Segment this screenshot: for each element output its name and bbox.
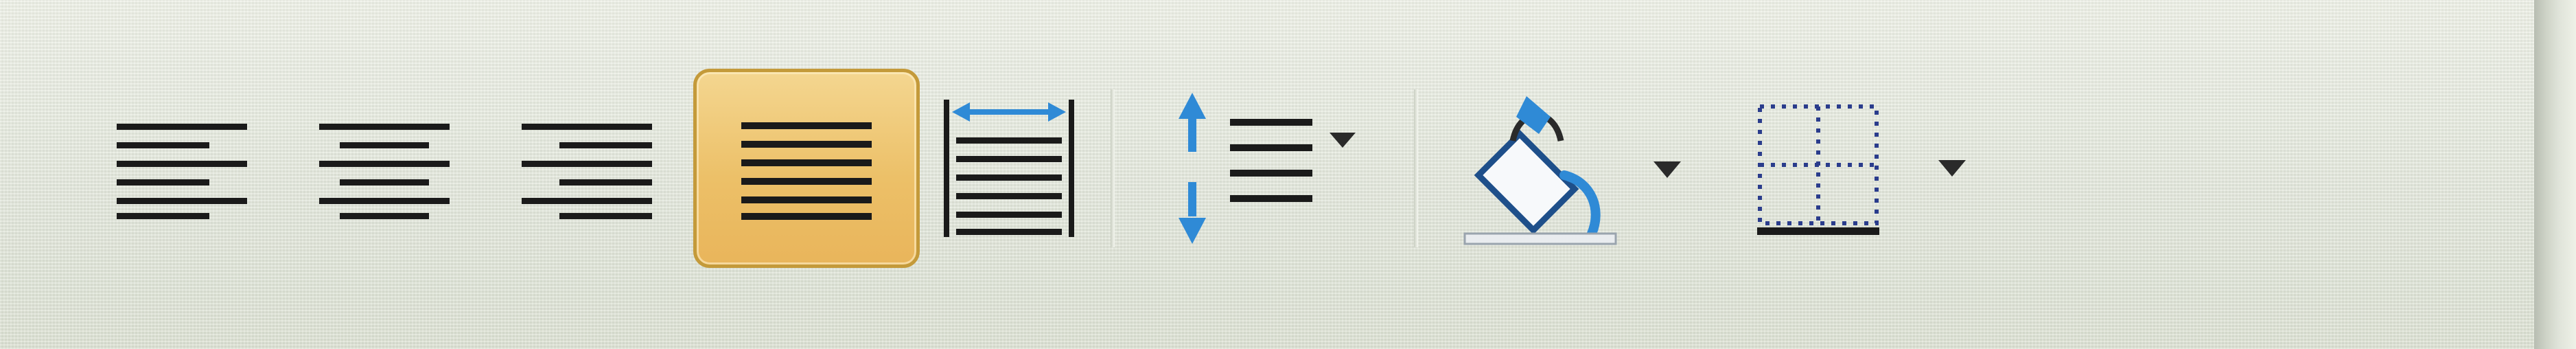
distributed-button[interactable] bbox=[920, 76, 1098, 261]
chevron-down-icon bbox=[1653, 161, 1681, 178]
toolbar-separator bbox=[1111, 89, 1115, 247]
align-left-button[interactable] bbox=[76, 76, 281, 261]
line-spacing-icon bbox=[1179, 93, 1356, 244]
borders-button[interactable] bbox=[1719, 76, 2007, 261]
ribbon-paragraph-group bbox=[0, 0, 2576, 349]
chevron-down-icon bbox=[1330, 133, 1356, 148]
shading-button[interactable] bbox=[1430, 76, 1719, 261]
align-center-icon bbox=[319, 124, 450, 219]
align-right-button[interactable] bbox=[487, 76, 693, 261]
chevron-down-icon bbox=[1938, 160, 1966, 177]
borders-icon bbox=[1757, 104, 1966, 235]
distributed-icon bbox=[944, 100, 1074, 237]
toolbar-separator bbox=[1414, 89, 1418, 247]
align-right-icon bbox=[522, 124, 652, 219]
paint-bucket-icon bbox=[1463, 96, 1681, 245]
justify-icon bbox=[741, 122, 872, 220]
paragraph-toolbar bbox=[76, 69, 2007, 268]
line-spacing-button[interactable] bbox=[1127, 76, 1402, 261]
justify-button[interactable] bbox=[693, 69, 920, 268]
align-center-button[interactable] bbox=[281, 76, 487, 261]
align-left-icon bbox=[117, 124, 247, 219]
window-edge bbox=[2534, 0, 2576, 349]
